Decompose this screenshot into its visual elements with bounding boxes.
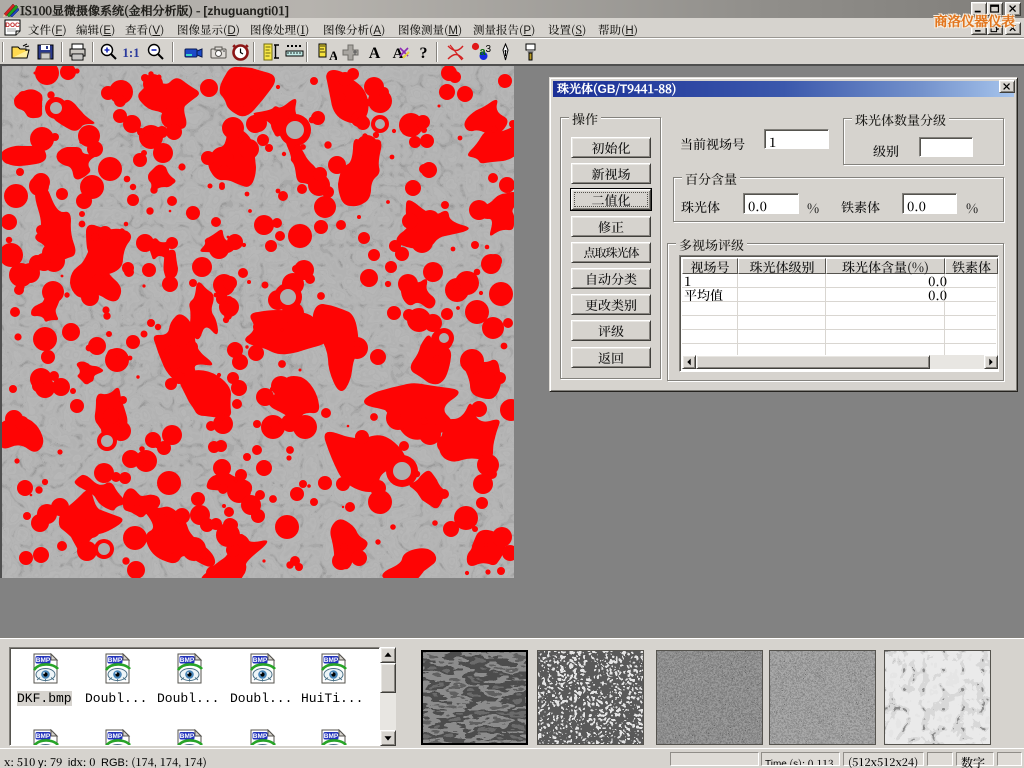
svg-text:BMP: BMP xyxy=(36,733,51,740)
svg-text:A: A xyxy=(329,48,337,62)
svg-text:BMP: BMP xyxy=(324,657,339,664)
svg-text:A: A xyxy=(369,45,381,62)
svg-text:BMP: BMP xyxy=(324,733,339,740)
svg-text:BMP: BMP xyxy=(253,733,268,740)
svg-text:3: 3 xyxy=(486,44,492,55)
svg-text:DOC: DOC xyxy=(5,22,20,29)
svg-text:BMP: BMP xyxy=(180,657,195,664)
svg-text:BMP: BMP xyxy=(180,733,195,740)
svg-text:?: ? xyxy=(420,45,428,62)
svg-text:BMP: BMP xyxy=(108,733,123,740)
svg-text:BMP: BMP xyxy=(36,657,51,664)
svg-text:BMP: BMP xyxy=(108,657,123,664)
svg-text:1:1: 1:1 xyxy=(122,45,139,60)
svg-text:BMP: BMP xyxy=(253,657,268,664)
